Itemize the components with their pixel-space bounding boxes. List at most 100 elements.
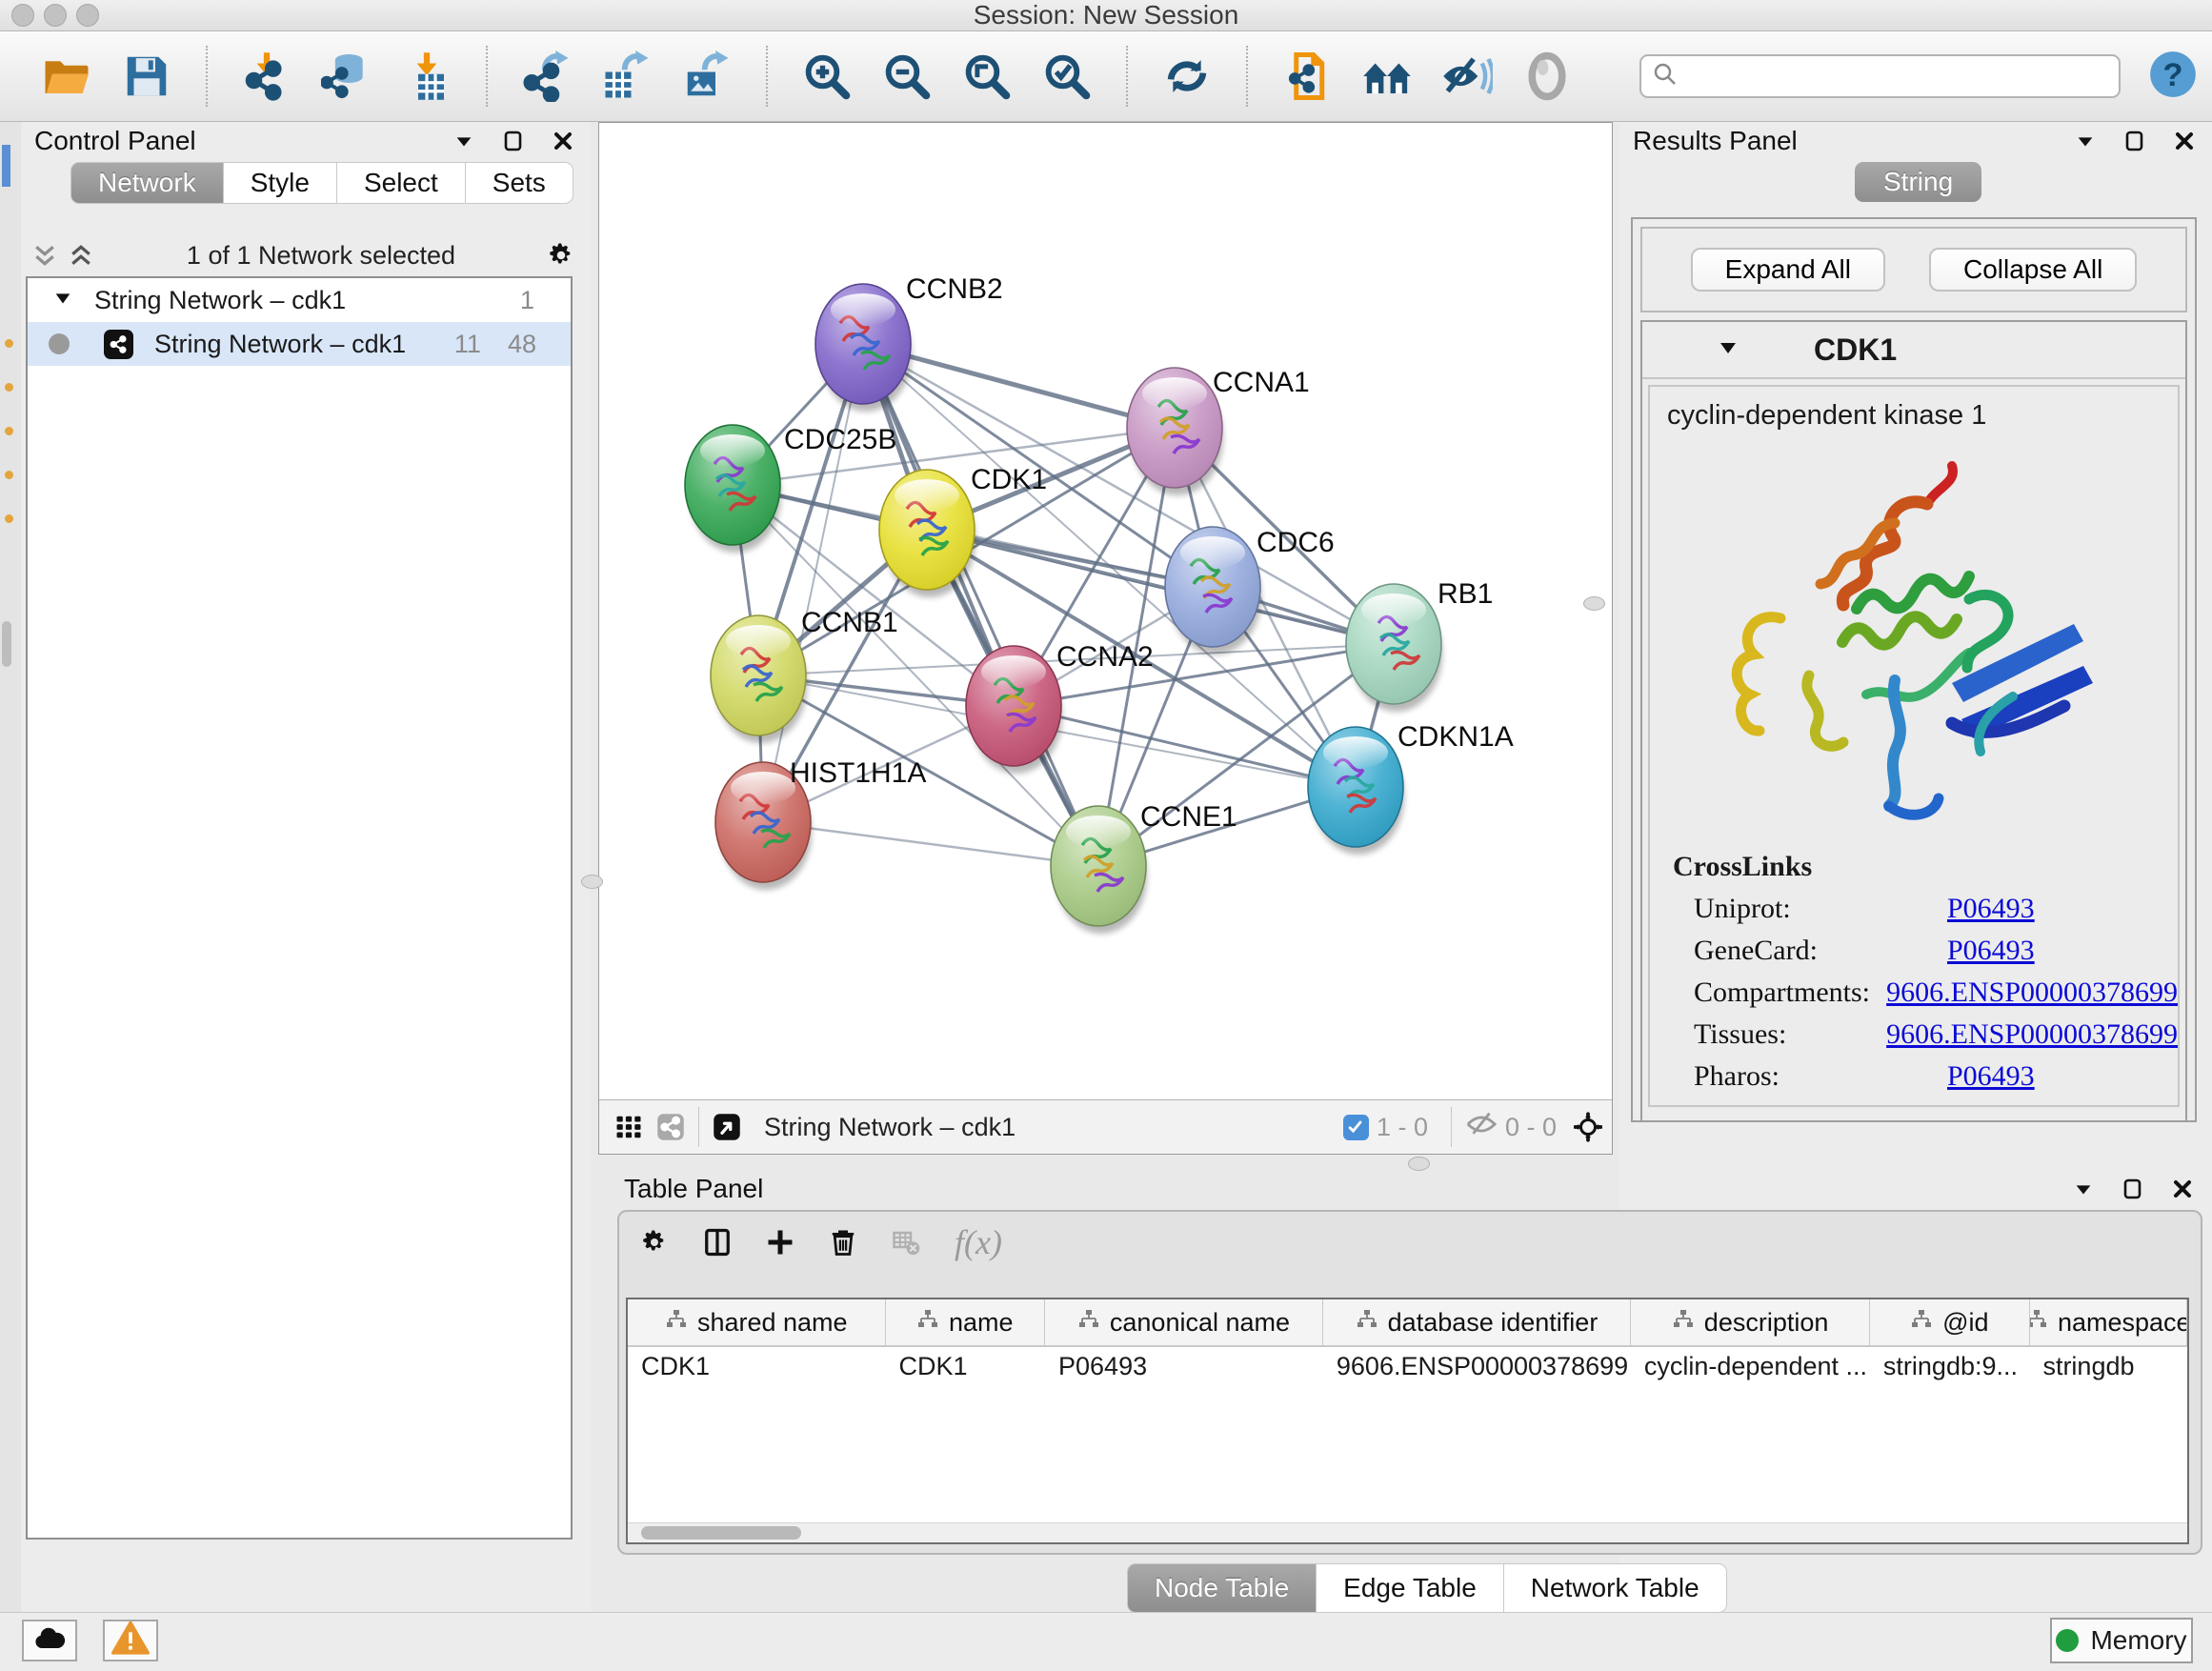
- export-network-button[interactable]: [519, 49, 574, 104]
- network-node-CCNB2[interactable]: CCNB2: [815, 273, 1003, 412]
- network-node-CCNE1[interactable]: CCNE1: [1051, 801, 1237, 934]
- network-node-CDK1[interactable]: CDK1: [879, 464, 1047, 597]
- network-share-view-icon[interactable]: [656, 1113, 685, 1141]
- network-node-CCNB1[interactable]: CCNB1: [711, 607, 898, 743]
- search-input[interactable]: [1679, 61, 2119, 92]
- memory-button[interactable]: Memory: [2050, 1618, 2193, 1663]
- open-file-button[interactable]: [39, 49, 94, 104]
- control-panel-close-button[interactable]: [549, 127, 577, 155]
- crosslink-link[interactable]: 9606.ENSP00000378699: [1886, 1018, 2178, 1051]
- tab-style[interactable]: Style: [224, 162, 337, 204]
- table-horizontal-scrollbar[interactable]: [628, 1522, 2187, 1542]
- network-node-RB1[interactable]: RB1: [1346, 578, 1493, 712]
- network-node-CDKN1A[interactable]: CDKN1A: [1308, 721, 1514, 855]
- network-edge[interactable]: [763, 344, 863, 822]
- table-settings-gear-icon[interactable]: [640, 1228, 669, 1257]
- table-row[interactable]: CDK1CDK1P064939606.ENSP00000378699cyclin…: [628, 1347, 2187, 1385]
- crosslink-link[interactable]: 9606.ENSP00000378699: [1886, 976, 2178, 1009]
- delete-column-icon[interactable]: [829, 1228, 857, 1257]
- save-session-button[interactable]: [119, 49, 174, 104]
- bottom-splitter-handle[interactable]: [1408, 1157, 1430, 1171]
- column-header-shared-name[interactable]: shared name: [628, 1299, 886, 1345]
- gene-collapse-icon[interactable]: [1717, 336, 1739, 364]
- export-image-button[interactable]: [679, 49, 734, 104]
- tab-string[interactable]: String: [1855, 162, 1981, 202]
- column-header-description[interactable]: description: [1631, 1299, 1870, 1345]
- tab-network-table[interactable]: Network Table: [1504, 1563, 1727, 1613]
- show-all-button[interactable]: [1519, 49, 1575, 104]
- network-options-gear-icon[interactable]: [547, 241, 575, 270]
- collapse-all-networks-icon[interactable]: [67, 241, 95, 270]
- expand-all-networks-icon[interactable]: [30, 241, 59, 270]
- tab-network[interactable]: Network: [70, 162, 224, 204]
- fit-content-crosshair-icon[interactable]: [1574, 1113, 1602, 1141]
- import-table-button[interactable]: [399, 49, 454, 104]
- crosslink-link[interactable]: P06493: [1947, 935, 2035, 967]
- share-document-icon: [1281, 50, 1333, 102]
- show-eye-icon: [1521, 50, 1573, 102]
- crosslink-link[interactable]: P06493: [1947, 893, 2035, 925]
- table-panel-close-button[interactable]: [2168, 1175, 2197, 1203]
- share-document-button[interactable]: [1279, 49, 1335, 104]
- collapse-all-button[interactable]: Collapse All: [1929, 248, 2137, 292]
- zoom-selected-button[interactable]: [1039, 49, 1095, 104]
- column-header-name[interactable]: name: [886, 1299, 1045, 1345]
- table-panel-float-button[interactable]: [2119, 1175, 2147, 1203]
- birdseye-view-icon[interactable]: [713, 1113, 741, 1141]
- table-panel-collapse-button[interactable]: [2069, 1175, 2098, 1203]
- network-node-CDC6[interactable]: CDC6: [1165, 527, 1335, 654]
- gene-section-header[interactable]: CDK1: [1642, 322, 2185, 379]
- show-columns-icon[interactable]: [703, 1228, 732, 1257]
- tab-select[interactable]: Select: [337, 162, 466, 204]
- crosslink-label: GeneCard:: [1694, 935, 1947, 967]
- crosslink-link[interactable]: P06493: [1947, 1060, 2035, 1093]
- zoom-fit-button[interactable]: [959, 49, 1015, 104]
- help-button[interactable]: ?: [2147, 50, 2199, 102]
- results-panel-collapse-button[interactable]: [2071, 127, 2100, 155]
- network-canvas[interactable]: CCNB2CCNA1CDC25BCDK1CDC6RB1CCNB1CCNA2CDK…: [599, 123, 1612, 1099]
- node-label: RB1: [1438, 578, 1493, 610]
- column-header-@id[interactable]: @id: [1870, 1299, 2029, 1345]
- refresh-button[interactable]: [1159, 49, 1215, 104]
- table-scrollbar-thumb[interactable]: [641, 1526, 801, 1540]
- grid-view-icon[interactable]: [614, 1113, 643, 1141]
- control-panel-collapse-button[interactable]: [450, 127, 478, 155]
- column-header-canonical-name[interactable]: canonical name: [1045, 1299, 1323, 1345]
- warning-icon: [111, 1620, 150, 1662]
- search-field[interactable]: [1639, 54, 2121, 98]
- node-label: CCNE1: [1140, 801, 1237, 833]
- network-node-HIST1H1A[interactable]: HIST1H1A: [715, 757, 926, 890]
- network-edge[interactable]: [763, 822, 1098, 866]
- network-node-CDC25B[interactable]: CDC25B: [685, 424, 896, 553]
- zoom-in-button[interactable]: [799, 49, 855, 104]
- results-panel-close-button[interactable]: [2170, 127, 2199, 155]
- add-column-icon[interactable]: [766, 1228, 794, 1257]
- left-splitter-handle[interactable]: [581, 875, 603, 889]
- right-splitter-handle[interactable]: [1583, 596, 1605, 611]
- warning-button[interactable]: [103, 1620, 158, 1661]
- zoom-out-button[interactable]: [879, 49, 935, 104]
- network-edge[interactable]: [1014, 706, 1356, 787]
- network-collection-row[interactable]: String Network – cdk1 1: [28, 278, 571, 322]
- import-network-file-button[interactable]: [239, 49, 294, 104]
- tab-edge-table[interactable]: Edge Table: [1317, 1563, 1504, 1613]
- expand-all-button[interactable]: Expand All: [1691, 248, 1885, 292]
- column-header-namespace[interactable]: namespace: [2030, 1299, 2187, 1345]
- export-table-button[interactable]: [599, 49, 654, 104]
- network-node-CCNA1[interactable]: CCNA1: [1127, 367, 1310, 495]
- results-panel-float-button[interactable]: [2121, 127, 2149, 155]
- cloud-button[interactable]: [22, 1620, 77, 1661]
- selected-counts: 1 - 0: [1377, 1113, 1428, 1142]
- tab-sets[interactable]: Sets: [466, 162, 573, 204]
- column-type-icon: [1356, 1308, 1378, 1338]
- collection-expand-icon[interactable]: [52, 286, 73, 315]
- column-header-database-identifier[interactable]: database identifier: [1323, 1299, 1631, 1345]
- tab-node-table[interactable]: Node Table: [1127, 1563, 1317, 1613]
- network-row[interactable]: String Network – cdk1 11 48: [28, 322, 571, 366]
- control-panel-float-button[interactable]: [499, 127, 528, 155]
- import-network-database-button[interactable]: [319, 49, 374, 104]
- network-svg[interactable]: CCNB2CCNA1CDC25BCDK1CDC6RB1CCNB1CCNA2CDK…: [599, 123, 1612, 1100]
- selected-indicator-checkbox[interactable]: [1343, 1115, 1369, 1140]
- hide-selected-button[interactable]: [1439, 49, 1495, 104]
- homes-button[interactable]: [1359, 49, 1415, 104]
